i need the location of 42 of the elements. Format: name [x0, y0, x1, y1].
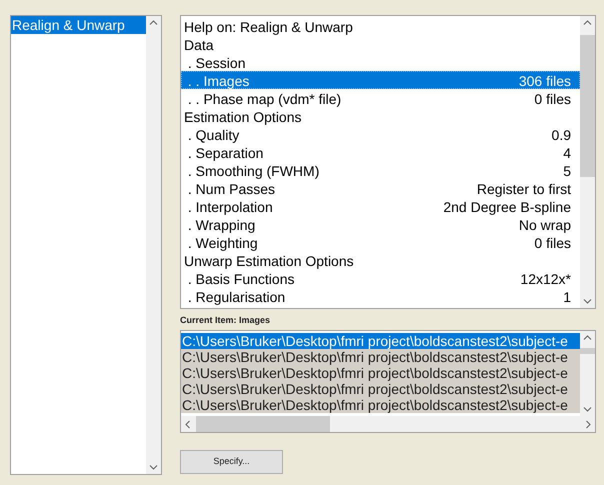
file-row[interactable]: C:\Users\Bruker\Desktop\fmri project\boldscanstest2\subject-e — [181, 365, 580, 381]
file-row[interactable]: C:\Users\Bruker\Desktop\fmri project\boldscanstest2\subject-e — [181, 333, 580, 349]
help-row[interactable]: Unwarp Estimation Options — [181, 251, 580, 269]
specify-button[interactable]: Specify... — [180, 450, 283, 474]
scroll-down-icon[interactable] — [149, 465, 158, 470]
file-row[interactable]: C:\Users\Bruker\Desktop\fmri project\boldscanstest2\subject-e — [181, 381, 580, 397]
scroll-down-icon[interactable] — [583, 407, 592, 412]
help-row[interactable]: . Interpolation 2nd Degree B-spline — [181, 197, 580, 215]
horizontal-scrollbar[interactable] — [181, 416, 595, 432]
help-row[interactable]: . Session — [181, 53, 580, 71]
current-item-label: Current Item: Images — [180, 314, 272, 327]
help-row[interactable]: . Regularisation 1 — [181, 287, 580, 305]
scrollbar-thumb[interactable] — [580, 35, 595, 177]
help-row[interactable]: . Wrapping No wrap — [181, 215, 580, 233]
scrollbar[interactable] — [146, 16, 161, 474]
scrollbar[interactable] — [580, 331, 595, 416]
help-row[interactable]: . Quality 0.9 — [181, 125, 580, 143]
scroll-up-icon[interactable] — [149, 20, 158, 25]
scrollbar-thumb[interactable] — [196, 416, 330, 432]
scroll-right-icon[interactable] — [586, 420, 591, 428]
help-row[interactable]: . Separation 4 — [181, 143, 580, 161]
scroll-up-icon[interactable] — [583, 335, 592, 340]
help-row[interactable]: Help on: Realign & Unwarp — [181, 17, 580, 35]
module-list[interactable]: Realign & Unwarp — [10, 15, 162, 475]
help-row[interactable]: . . Phase map (vdm* file) 0 files — [181, 89, 580, 107]
scroll-up-icon[interactable] — [583, 20, 592, 25]
help-row[interactable]: . Weighting 0 files — [181, 233, 580, 251]
help-row[interactable]: . . Images 306 files — [181, 71, 580, 89]
scroll-down-icon[interactable] — [583, 299, 592, 304]
help-row[interactable]: . Basis Functions 12x12x* — [181, 269, 580, 287]
help-row[interactable]: . Smoothing (FWHM) 5 — [181, 161, 580, 179]
file-list[interactable] — [180, 330, 596, 433]
help-list[interactable] — [180, 15, 596, 309]
help-row[interactable]: . Num Passes Register to first — [181, 179, 580, 197]
module-item[interactable]: Realign & Unwarp — [11, 16, 146, 34]
scroll-left-icon[interactable] — [185, 420, 190, 428]
scrollbar[interactable] — [580, 16, 595, 308]
file-row[interactable]: C:\Users\Bruker\Desktop\fmri project\boldscanstest2\subject-e — [181, 397, 580, 413]
help-row[interactable]: Data — [181, 35, 580, 53]
scrollbar-thumb[interactable] — [580, 348, 595, 354]
help-row[interactable]: Estimation Options — [181, 107, 580, 125]
file-row[interactable]: C:\Users\Bruker\Desktop\fmri project\boldscanstest2\subject-e — [181, 349, 580, 365]
